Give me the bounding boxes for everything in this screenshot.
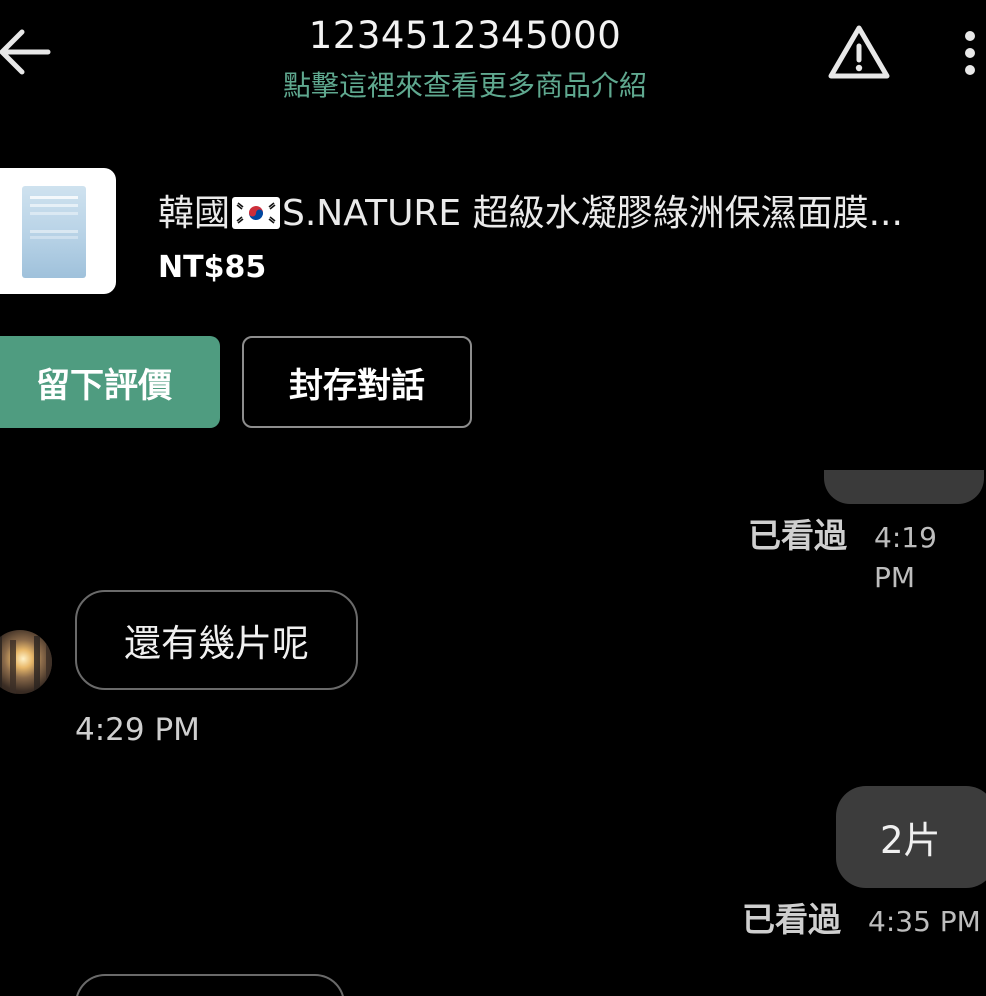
warning-icon [828, 25, 890, 79]
chat-title: 1234512345000 [308, 14, 622, 57]
product-price: NT$85 [158, 250, 267, 285]
report-button[interactable] [826, 22, 892, 82]
message-timestamp: 4:35 PM [868, 905, 981, 938]
korea-flag-icon [232, 197, 281, 229]
incoming-message-bubble[interactable] [75, 974, 345, 996]
outgoing-message-bubble[interactable] [824, 470, 984, 504]
product-name[interactable]: 韓國 S.NATURE 超級水凝膠綠洲保濕面膜... [158, 190, 986, 238]
leave-review-button[interactable]: 留下評價 [0, 336, 220, 428]
product-thumbnail[interactable] [0, 168, 116, 294]
product-name-prefix: 韓國 [158, 193, 231, 234]
product-name-suffix: S.NATURE 超級水凝膠綠洲保濕面膜... [282, 193, 903, 234]
back-button[interactable] [0, 22, 56, 82]
message-timestamp: 4:29 PM [75, 712, 200, 748]
seen-label: 已看過 [742, 900, 841, 939]
outgoing-message-bubble[interactable]: 2片 [836, 786, 986, 888]
back-arrow-icon [0, 29, 51, 75]
more-options-button[interactable] [952, 24, 986, 84]
product-details-link[interactable]: 點擊這裡來查看更多商品介紹 [240, 66, 690, 106]
product-image [22, 186, 86, 278]
message-text: 還有幾片呢 [124, 622, 309, 665]
message-timestamp: 4:19 PM [874, 521, 937, 594]
avatar[interactable] [0, 630, 52, 694]
incoming-message-bubble[interactable]: 還有幾片呢 [75, 590, 358, 690]
message-text: 2片 [880, 819, 941, 862]
more-vertical-icon [965, 31, 975, 75]
chat-screen: 1234512345000 點擊這裡來查看更多商品介紹 韓國 S.NATURE … [0, 0, 986, 996]
archive-chat-button[interactable]: 封存對話 [242, 336, 472, 428]
seen-label: 已看過 [748, 516, 847, 555]
